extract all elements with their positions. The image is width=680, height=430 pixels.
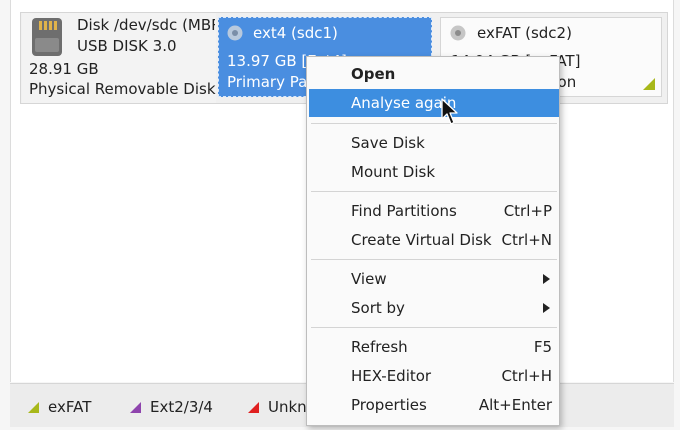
- menu-item-label: Properties: [351, 396, 427, 414]
- menu-item-label: Find Partitions: [351, 202, 457, 220]
- menu-item-label: Create Virtual Disk: [351, 231, 492, 249]
- menu-separator: [311, 327, 557, 328]
- menu-separator: [311, 259, 557, 260]
- menu-item-label: Sort by: [351, 299, 405, 317]
- menu-item-create-virtual-disk[interactable]: Create Virtual Disk Ctrl+N: [309, 226, 559, 254]
- partition-label: ext4 (sdc1): [253, 24, 338, 42]
- drive-icon: [450, 25, 466, 41]
- partition-label: exFAT (sdc2): [477, 24, 572, 42]
- menu-item-label: Refresh: [351, 338, 408, 356]
- legend-label: Ext2/3/4: [150, 398, 213, 416]
- legend-unknown-swatch: [248, 401, 259, 413]
- menu-item-shortcut: Ctrl+H: [501, 367, 552, 385]
- menu-separator: [311, 123, 557, 124]
- chevron-right-icon: [543, 303, 550, 313]
- menu-item-shortcut: Ctrl+P: [503, 202, 552, 220]
- legend-exfat-swatch: [28, 401, 39, 413]
- disk-model: USB DISK 3.0: [77, 37, 177, 55]
- exfat-type-marker: [643, 78, 655, 90]
- menu-item-shortcut: Ctrl+N: [501, 231, 552, 249]
- menu-item-view[interactable]: View: [309, 265, 559, 293]
- mouse-pointer-icon: [441, 98, 458, 125]
- menu-item-hex-editor[interactable]: HEX-Editor Ctrl+H: [309, 362, 559, 390]
- drive-icon: [227, 25, 243, 41]
- menu-item-refresh[interactable]: Refresh F5: [309, 333, 559, 361]
- menu-item-save-disk[interactable]: Save Disk: [309, 129, 559, 157]
- disk-info[interactable]: Disk /dev/sdc (MBR) USB DISK 3.0 28.91 G…: [22, 13, 216, 103]
- legend-exfat: exFAT: [28, 398, 91, 416]
- menu-item-shortcut: Alt+Enter: [478, 396, 552, 414]
- context-menu: Open Analyse again Save Disk Mount Disk …: [306, 56, 560, 426]
- menu-item-sort-by[interactable]: Sort by: [309, 294, 559, 322]
- chevron-right-icon: [543, 274, 550, 284]
- menu-item-label: View: [351, 270, 387, 288]
- menu-item-analyse-again[interactable]: Analyse again: [309, 89, 559, 117]
- legend-ext: Ext2/3/4: [130, 398, 213, 416]
- menu-item-label: Mount Disk: [351, 163, 436, 181]
- menu-item-label: Open: [351, 65, 396, 83]
- legend-ext-swatch: [130, 401, 141, 413]
- menu-item-label: HEX-Editor: [351, 367, 432, 385]
- menu-item-find-partitions[interactable]: Find Partitions Ctrl+P: [309, 197, 559, 225]
- menu-item-label: Save Disk: [351, 134, 425, 152]
- legend-label: exFAT: [48, 398, 92, 416]
- menu-item-properties[interactable]: Properties Alt+Enter: [309, 391, 559, 419]
- menu-separator: [311, 191, 557, 192]
- disk-name: Disk /dev/sdc (MBR): [77, 16, 215, 34]
- disk-type: Physical Removable Disk: [29, 80, 216, 98]
- sd-card-icon: [32, 18, 62, 56]
- disk-size: 28.91 GB: [29, 60, 99, 78]
- menu-item-shortcut: F5: [533, 338, 552, 356]
- menu-item-mount-disk[interactable]: Mount Disk: [309, 158, 559, 186]
- menu-item-open[interactable]: Open: [309, 60, 559, 88]
